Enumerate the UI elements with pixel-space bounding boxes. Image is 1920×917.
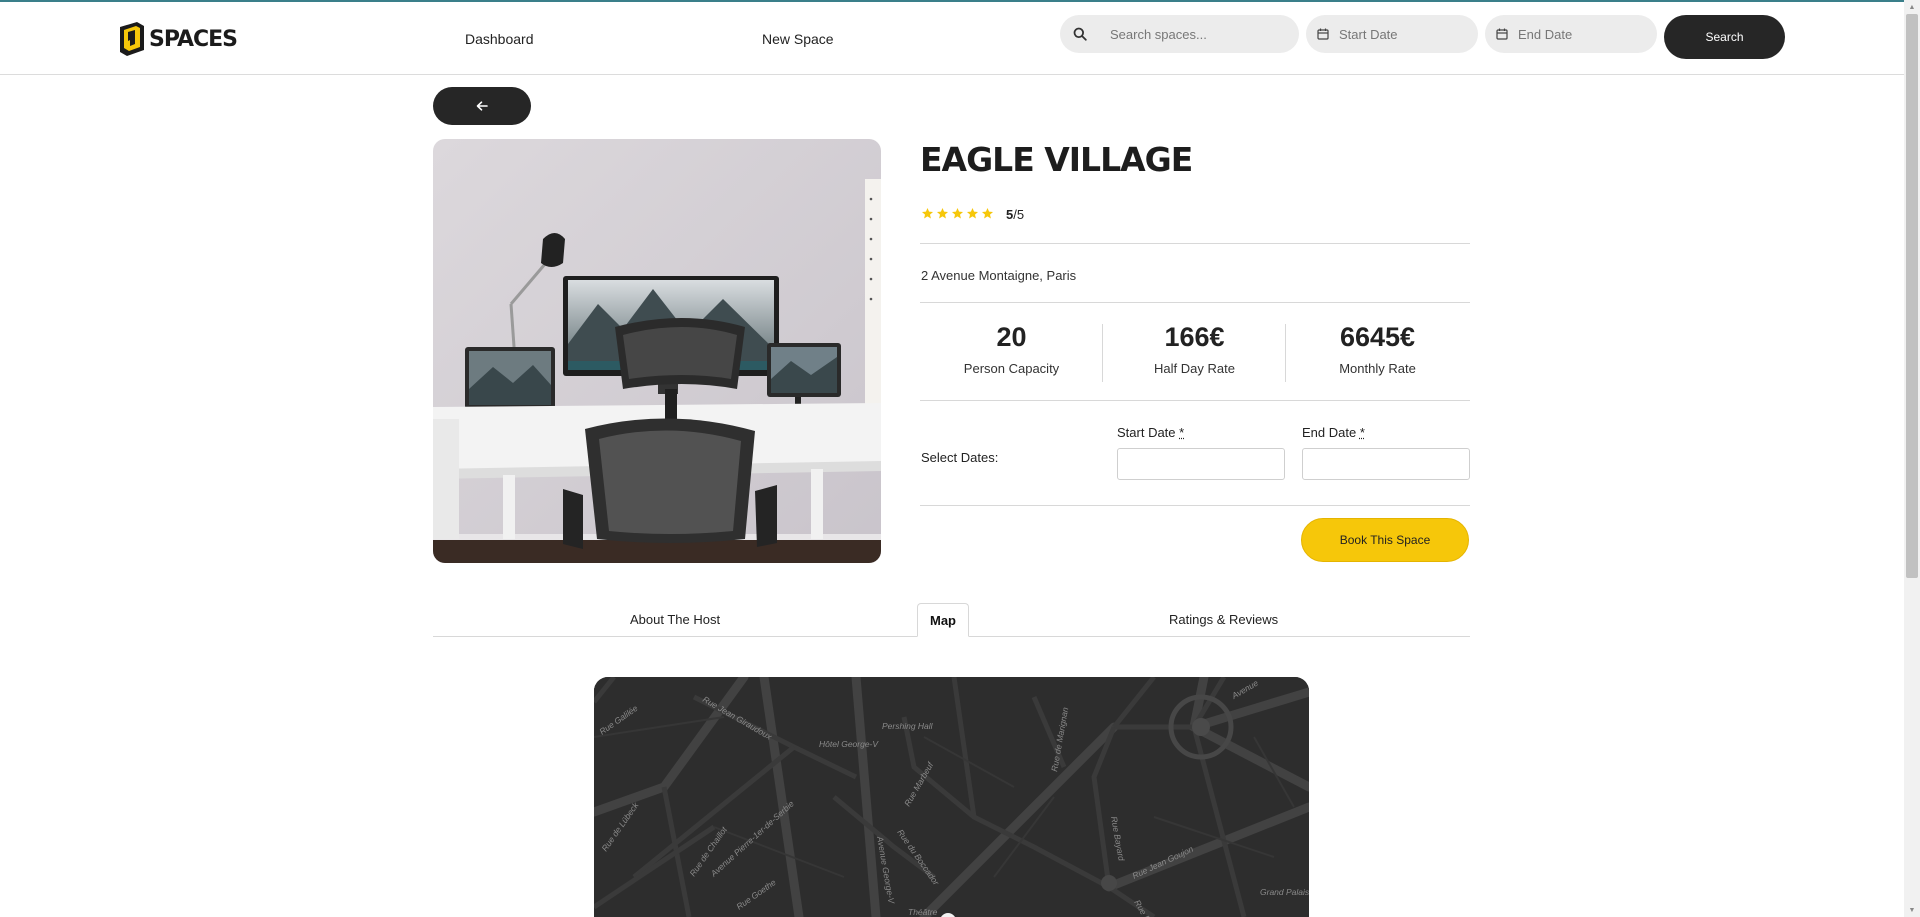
book-space-button[interactable]: Book This Space [1301,518,1469,562]
end-date-input[interactable] [1516,25,1657,43]
star-icon [951,207,964,219]
stat-label: Half Day Rate [1154,361,1235,376]
start-date-label: Start Date * [1117,425,1184,440]
end-date-filter[interactable] [1485,15,1657,53]
stat-label: Person Capacity [963,361,1060,376]
start-date-input[interactable] [1337,25,1478,43]
stat-monthly-rate: 6645€ Monthly Rate [1286,322,1469,376]
map-label: Hôtel George-V [819,739,879,749]
booking-start-date-input[interactable] [1117,448,1285,480]
required-mark: * [1179,425,1185,440]
calendar-icon [1317,28,1329,40]
end-date-label-text: End Date [1302,425,1357,440]
divider [920,302,1470,303]
divider [920,243,1470,244]
stat-value: 20 [996,322,1027,352]
scroll-down-arrow-icon[interactable]: ▼ [1904,903,1920,917]
nav-new-space[interactable]: New Space [762,31,834,47]
stat-label: Monthly Rate [1339,361,1416,376]
logo-text: SPACES [149,26,238,52]
required-mark: * [1359,425,1365,440]
logo-mark-icon [120,22,144,56]
stat-value: 6645€ [1339,322,1416,352]
tab-about-host[interactable]: About The Host [630,612,720,627]
tab-ratings-reviews[interactable]: Ratings & Reviews [1169,612,1278,627]
search-button[interactable]: Search [1664,15,1785,59]
divider [920,505,1470,506]
end-date-label: End Date * [1302,425,1365,440]
navbar: SPACES Dashboard New Space Search [0,2,1904,75]
rating-stars [921,207,994,220]
stat-capacity: 20 Person Capacity [920,322,1103,376]
start-date-label-text: Start Date [1117,425,1176,440]
stat-half-day-rate: 166€ Half Day Rate [1103,322,1286,376]
star-icon [966,207,979,219]
search-input[interactable] [1108,25,1299,43]
rating-text: 5/5 [1006,207,1024,222]
scroll-up-arrow-icon[interactable]: ▲ [1904,0,1920,14]
calendar-icon [1496,28,1508,40]
search-field[interactable] [1060,15,1299,53]
star-icon [921,207,934,219]
logo[interactable]: SPACES [117,19,238,59]
search-icon [1073,27,1087,41]
space-title: EAGLE VILLAGE [920,140,1193,179]
map-label: Grand Palais [1260,887,1309,897]
star-icon [981,207,994,219]
space-address: 2 Avenue Montaigne, Paris [921,268,1077,283]
map-label: Pershing Hall [882,721,934,731]
star-icon [936,207,949,219]
arrow-left-icon [476,101,488,111]
select-dates-label: Select Dates: [921,450,999,465]
divider [920,400,1470,401]
scrollbar-thumb[interactable] [1906,14,1918,578]
booking-end-date-input[interactable] [1302,448,1470,480]
tab-map[interactable]: Map [917,603,969,637]
stat-value: 166€ [1164,322,1225,352]
rating-max: /5 [1013,207,1025,222]
nav-dashboard[interactable]: Dashboard [465,31,534,47]
back-button[interactable] [433,87,531,125]
space-photo [433,139,881,563]
map-label: Théâtre [908,907,938,917]
map[interactable]: Rue Galilée Rue Jean Giraudoux Hôtel Geo… [594,677,1309,917]
start-date-filter[interactable] [1306,15,1478,53]
